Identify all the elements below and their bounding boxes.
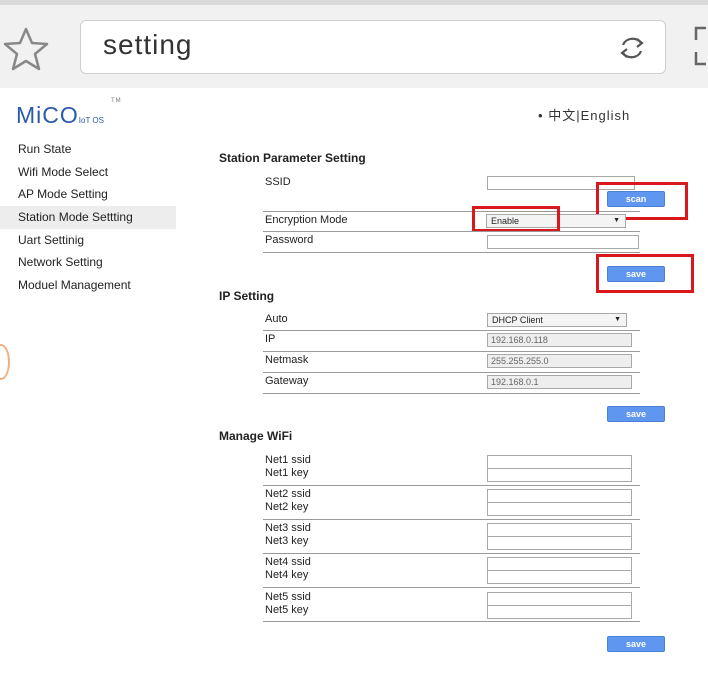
net2-key-label: Net2 key bbox=[265, 501, 309, 513]
net1-ssid-input[interactable] bbox=[487, 455, 632, 469]
auto-select[interactable]: DHCP Client ▼ bbox=[487, 313, 627, 327]
ip-section-title: IP Setting bbox=[219, 289, 275, 303]
net3-key-label: Net3 key bbox=[265, 535, 309, 547]
auto-value: DHCP Client bbox=[492, 315, 543, 325]
gateway-label: Gateway bbox=[265, 375, 309, 387]
highlight-encryption-box bbox=[472, 206, 560, 232]
net4-key-input[interactable] bbox=[487, 570, 632, 584]
ip-save-button[interactable]: save bbox=[607, 406, 665, 422]
divider bbox=[263, 553, 640, 554]
reload-icon[interactable] bbox=[617, 34, 647, 62]
sidebar-item-wifi-mode-select[interactable]: Wifi Mode Select bbox=[0, 161, 176, 184]
divider bbox=[263, 211, 640, 212]
address-bar[interactable]: setting bbox=[80, 20, 666, 74]
sidebar-item-run-state[interactable]: Run State bbox=[0, 138, 176, 161]
language-switch[interactable]: • 中文|English bbox=[538, 105, 630, 124]
logo-main: MiCO bbox=[16, 102, 79, 128]
toolbar-top-strip bbox=[0, 0, 708, 5]
browser-toolbar: setting bbox=[0, 0, 708, 88]
net4-ssid-input[interactable] bbox=[487, 557, 632, 571]
edge-indicator-icon bbox=[0, 344, 10, 380]
gateway-input[interactable]: 192.168.0.1 bbox=[487, 375, 632, 389]
divider bbox=[263, 621, 640, 622]
sidebar-nav: Run State Wifi Mode Select AP Mode Setti… bbox=[0, 138, 176, 297]
net1-ssid-label: Net1 ssid bbox=[265, 454, 311, 466]
divider bbox=[263, 231, 640, 232]
divider bbox=[263, 519, 640, 520]
highlight-save-box bbox=[596, 254, 694, 293]
net4-key-label: Net4 key bbox=[265, 569, 309, 581]
divider bbox=[263, 351, 640, 352]
divider bbox=[263, 485, 640, 486]
lang-bullet: • bbox=[538, 108, 544, 123]
divider bbox=[263, 587, 640, 588]
encryption-mode-label: Encryption Mode bbox=[265, 214, 348, 226]
net1-key-input[interactable] bbox=[487, 468, 632, 482]
sidebar-item-network-setting[interactable]: Network Setting bbox=[0, 251, 176, 274]
netmask-input[interactable]: 255.255.255.0 bbox=[487, 354, 632, 368]
net2-key-input[interactable] bbox=[487, 502, 632, 516]
net3-ssid-label: Net3 ssid bbox=[265, 522, 311, 534]
star-icon[interactable] bbox=[2, 26, 50, 72]
logo-tm: TM bbox=[111, 98, 122, 104]
sidebar-item-ap-mode-setting[interactable]: AP Mode Setting bbox=[0, 183, 176, 206]
chevron-down-icon: ▼ bbox=[613, 217, 620, 224]
netmask-label: Netmask bbox=[265, 354, 309, 366]
frame-icon[interactable] bbox=[690, 24, 708, 68]
net5-key-label: Net5 key bbox=[265, 604, 309, 616]
net5-ssid-label: Net5 ssid bbox=[265, 591, 311, 603]
net3-key-input[interactable] bbox=[487, 536, 632, 550]
ip-label: IP bbox=[265, 333, 276, 345]
net2-ssid-label: Net2 ssid bbox=[265, 488, 311, 500]
divider bbox=[263, 252, 640, 253]
auto-label: Auto bbox=[265, 313, 288, 325]
password-label: Password bbox=[265, 234, 314, 246]
net5-ssid-input[interactable] bbox=[487, 592, 632, 606]
divider bbox=[263, 393, 640, 394]
ip-input[interactable]: 192.168.0.118 bbox=[487, 333, 632, 347]
sidebar-item-module-management[interactable]: Moduel Management bbox=[0, 274, 176, 297]
logo-sub: IoT OS bbox=[78, 116, 104, 125]
ssid-label: SSID bbox=[265, 176, 291, 188]
station-section-title: Station Parameter Setting bbox=[219, 151, 366, 165]
divider bbox=[263, 372, 640, 373]
password-input[interactable] bbox=[487, 235, 639, 249]
sidebar-item-station-mode-setting[interactable]: Station Mode Settting bbox=[0, 206, 176, 229]
lang-text[interactable]: 中文|English bbox=[548, 108, 630, 123]
net4-ssid-label: Net4 ssid bbox=[265, 556, 311, 568]
wifi-save-button[interactable]: save bbox=[607, 636, 665, 652]
net5-key-input[interactable] bbox=[487, 605, 632, 619]
chevron-down-icon: ▼ bbox=[614, 316, 621, 323]
net3-ssid-input[interactable] bbox=[487, 523, 632, 537]
mico-logo: MiCOIoT OS TM bbox=[16, 98, 121, 129]
net2-ssid-input[interactable] bbox=[487, 489, 632, 503]
divider bbox=[263, 330, 640, 331]
net1-key-label: Net1 key bbox=[265, 467, 309, 479]
address-text: setting bbox=[103, 29, 193, 60]
sidebar-item-uart-setting[interactable]: Uart Settinig bbox=[0, 229, 176, 252]
wifi-section-title: Manage WiFi bbox=[219, 429, 293, 443]
